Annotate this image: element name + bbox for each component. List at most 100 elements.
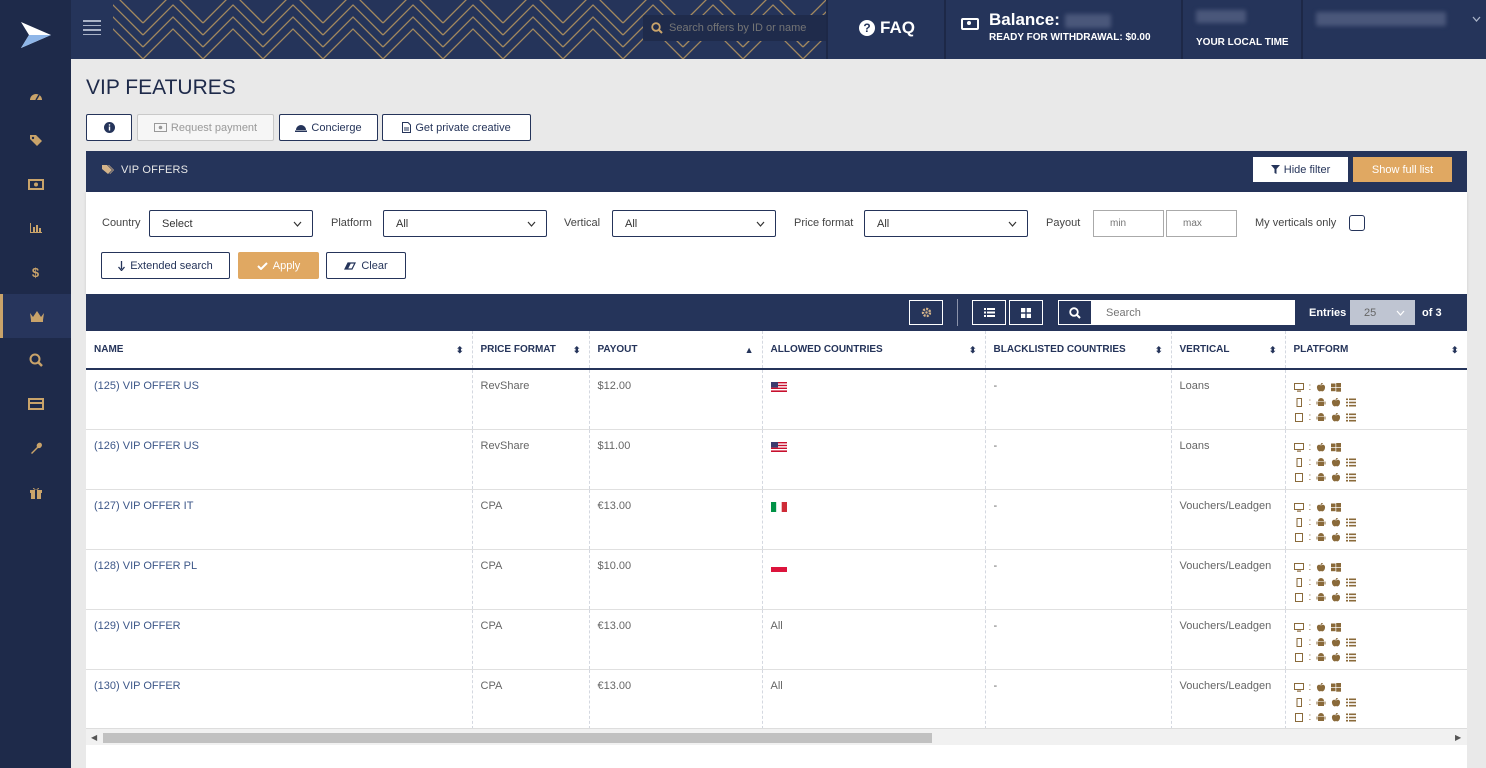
platform-select[interactable]: All <box>383 210 547 237</box>
table-search-button[interactable] <box>1058 300 1092 325</box>
table-row[interactable]: (127) VIP OFFER IT CPA €13.00 - Vouchers/Lea… <box>86 489 1467 550</box>
platform-tablet-row: : <box>1294 410 1459 425</box>
list-icon <box>1346 518 1357 526</box>
table-row[interactable]: (129) VIP OFFER CPA €13.00 All - Vouchers/Lea… <box>86 609 1467 670</box>
apple-icon <box>1332 637 1341 646</box>
nav-gifts[interactable] <box>0 470 71 514</box>
separator-icon: : <box>1308 681 1312 693</box>
list-icon <box>1346 713 1357 721</box>
separator-icon: : <box>1308 516 1312 528</box>
logo-icon <box>20 22 51 48</box>
platform-cell: ::: <box>1285 489 1467 550</box>
tablet-icon <box>1294 472 1303 482</box>
my-verticals-checkbox[interactable] <box>1349 215 1365 231</box>
column-header-vertical[interactable]: VERTICAL ⬍ <box>1171 331 1286 370</box>
get-private-creative-button[interactable]: Get private creative <box>382 114 531 141</box>
horizontal-scrollbar[interactable]: ◀ ▶ <box>86 728 1467 745</box>
nav-offers[interactable] <box>0 118 71 162</box>
nav-payments[interactable] <box>0 162 71 206</box>
column-header-allowed-countries[interactable]: ALLOWED COUNTRIES ⬍ <box>762 331 986 370</box>
grid-view-button[interactable] <box>1009 300 1043 325</box>
android-icon <box>1316 413 1326 421</box>
column-header-platform[interactable]: PLATFORM ⬍ <box>1285 331 1467 370</box>
nav-billing[interactable] <box>0 382 71 426</box>
faq-link[interactable]: ? FAQ <box>859 18 915 38</box>
country-select[interactable]: Select <box>149 210 313 237</box>
top-header: ? FAQ Balance: READY FOR WITHDRAWAL: $0.… <box>71 0 1486 59</box>
search-icon <box>1069 306 1081 319</box>
platform-label: Platform <box>331 217 372 229</box>
table-row[interactable]: (130) VIP OFFER CPA €13.00 All - Vouchers/Lea… <box>86 669 1467 728</box>
concierge-button[interactable]: Concierge <box>279 114 378 141</box>
offer-name-link[interactable]: (126) VIP OFFER US <box>86 429 473 490</box>
payout-max-input[interactable] <box>1166 210 1237 237</box>
column-header-payout[interactable]: PAYOUT ▲ <box>589 331 763 370</box>
tablet-icon <box>1294 652 1303 662</box>
table-search-input[interactable] <box>1092 300 1295 325</box>
blacklisted-countries-cell: - <box>985 369 1172 430</box>
nav-search[interactable] <box>0 338 71 382</box>
scrollbar-thumb[interactable] <box>103 733 932 743</box>
account-menu[interactable] <box>1316 12 1481 26</box>
table-settings-button[interactable] <box>909 300 943 325</box>
nav-finance[interactable]: $ <box>0 250 71 294</box>
price-format-select[interactable]: All <box>864 210 1028 237</box>
separator-icon: : <box>1308 441 1312 453</box>
offer-name-link[interactable]: (125) VIP OFFER US <box>86 369 473 430</box>
android-icon <box>1316 472 1326 481</box>
request-payment-button[interactable]: Request payment <box>137 114 274 141</box>
offer-search-box[interactable] <box>643 15 826 41</box>
scroll-left-icon[interactable]: ◀ <box>91 733 97 742</box>
apply-button[interactable]: Apply <box>238 252 319 279</box>
concierge-label: Concierge <box>311 121 362 134</box>
header-divider <box>944 0 946 59</box>
entries-select[interactable]: 25 <box>1350 300 1415 325</box>
table-row[interactable]: (128) VIP OFFER PL CPA $10.00 - Vouchers/Lea… <box>86 549 1467 610</box>
allowed-countries-cell <box>762 369 986 430</box>
payout-min-input[interactable] <box>1093 210 1164 237</box>
page-title: VIP FEATURES <box>86 76 236 99</box>
info-button[interactable] <box>86 114 132 141</box>
offer-name-link[interactable]: (130) VIP OFFER <box>86 669 473 728</box>
mobile-icon <box>1296 577 1302 587</box>
platform-mobile-row: : <box>1294 515 1459 530</box>
info-icon <box>103 122 115 133</box>
my-verticals-label: My verticals only <box>1255 217 1337 229</box>
table-row[interactable]: (126) VIP OFFER US RevShare $11.00 - Loans::… <box>86 429 1467 490</box>
gift-icon <box>29 487 42 499</box>
offer-name-link[interactable]: (128) VIP OFFER PL <box>86 549 473 610</box>
nav-tools[interactable] <box>0 426 71 470</box>
apple-icon <box>1317 383 1326 392</box>
column-header-price-format[interactable]: PRICE FORMAT ⬍ <box>472 331 590 370</box>
clear-button[interactable]: Clear <box>326 252 406 279</box>
app-logo[interactable] <box>0 0 71 70</box>
vertical-select[interactable]: All <box>612 210 776 237</box>
menu-toggle-icon[interactable] <box>83 20 101 36</box>
offer-search-input[interactable] <box>669 22 826 34</box>
apple-icon <box>1332 472 1341 481</box>
apple-icon <box>1332 413 1341 422</box>
offer-name-link[interactable]: (127) VIP OFFER IT <box>86 489 473 550</box>
list-view-button[interactable] <box>972 300 1006 325</box>
show-full-list-button[interactable]: Show full list <box>1353 157 1452 182</box>
desktop-icon <box>1293 442 1304 452</box>
extended-search-button[interactable]: Extended search <box>101 252 230 279</box>
document-icon <box>402 122 412 133</box>
platform-mobile-row: : <box>1294 575 1459 590</box>
nav-dashboard[interactable] <box>0 74 71 118</box>
platform-tablet-row: : <box>1294 470 1459 485</box>
column-header-name[interactable]: NAME ⬍ <box>86 331 473 370</box>
offer-name-link[interactable]: (129) VIP OFFER <box>86 609 473 670</box>
table-row[interactable]: (125) VIP OFFER US RevShare $12.00 - Loans::… <box>86 369 1467 430</box>
sort-icon: ⬍ <box>968 345 977 355</box>
price-format-label: Price format <box>794 217 854 229</box>
hide-filter-button[interactable]: Hide filter <box>1253 157 1348 182</box>
scroll-right-icon[interactable]: ▶ <box>1455 733 1461 742</box>
apple-icon <box>1332 697 1341 706</box>
platform-desktop-row: : <box>1293 620 1459 635</box>
nav-vip[interactable] <box>0 294 71 338</box>
column-header-blacklisted-countries[interactable]: BLACKLISTED COUNTRIES ⬍ <box>985 331 1172 370</box>
allowed-countries-text: All <box>770 619 783 632</box>
balance-widget[interactable]: Balance: READY FOR WITHDRAWAL: $0.00 <box>961 10 1151 43</box>
nav-statistics[interactable] <box>0 206 71 250</box>
